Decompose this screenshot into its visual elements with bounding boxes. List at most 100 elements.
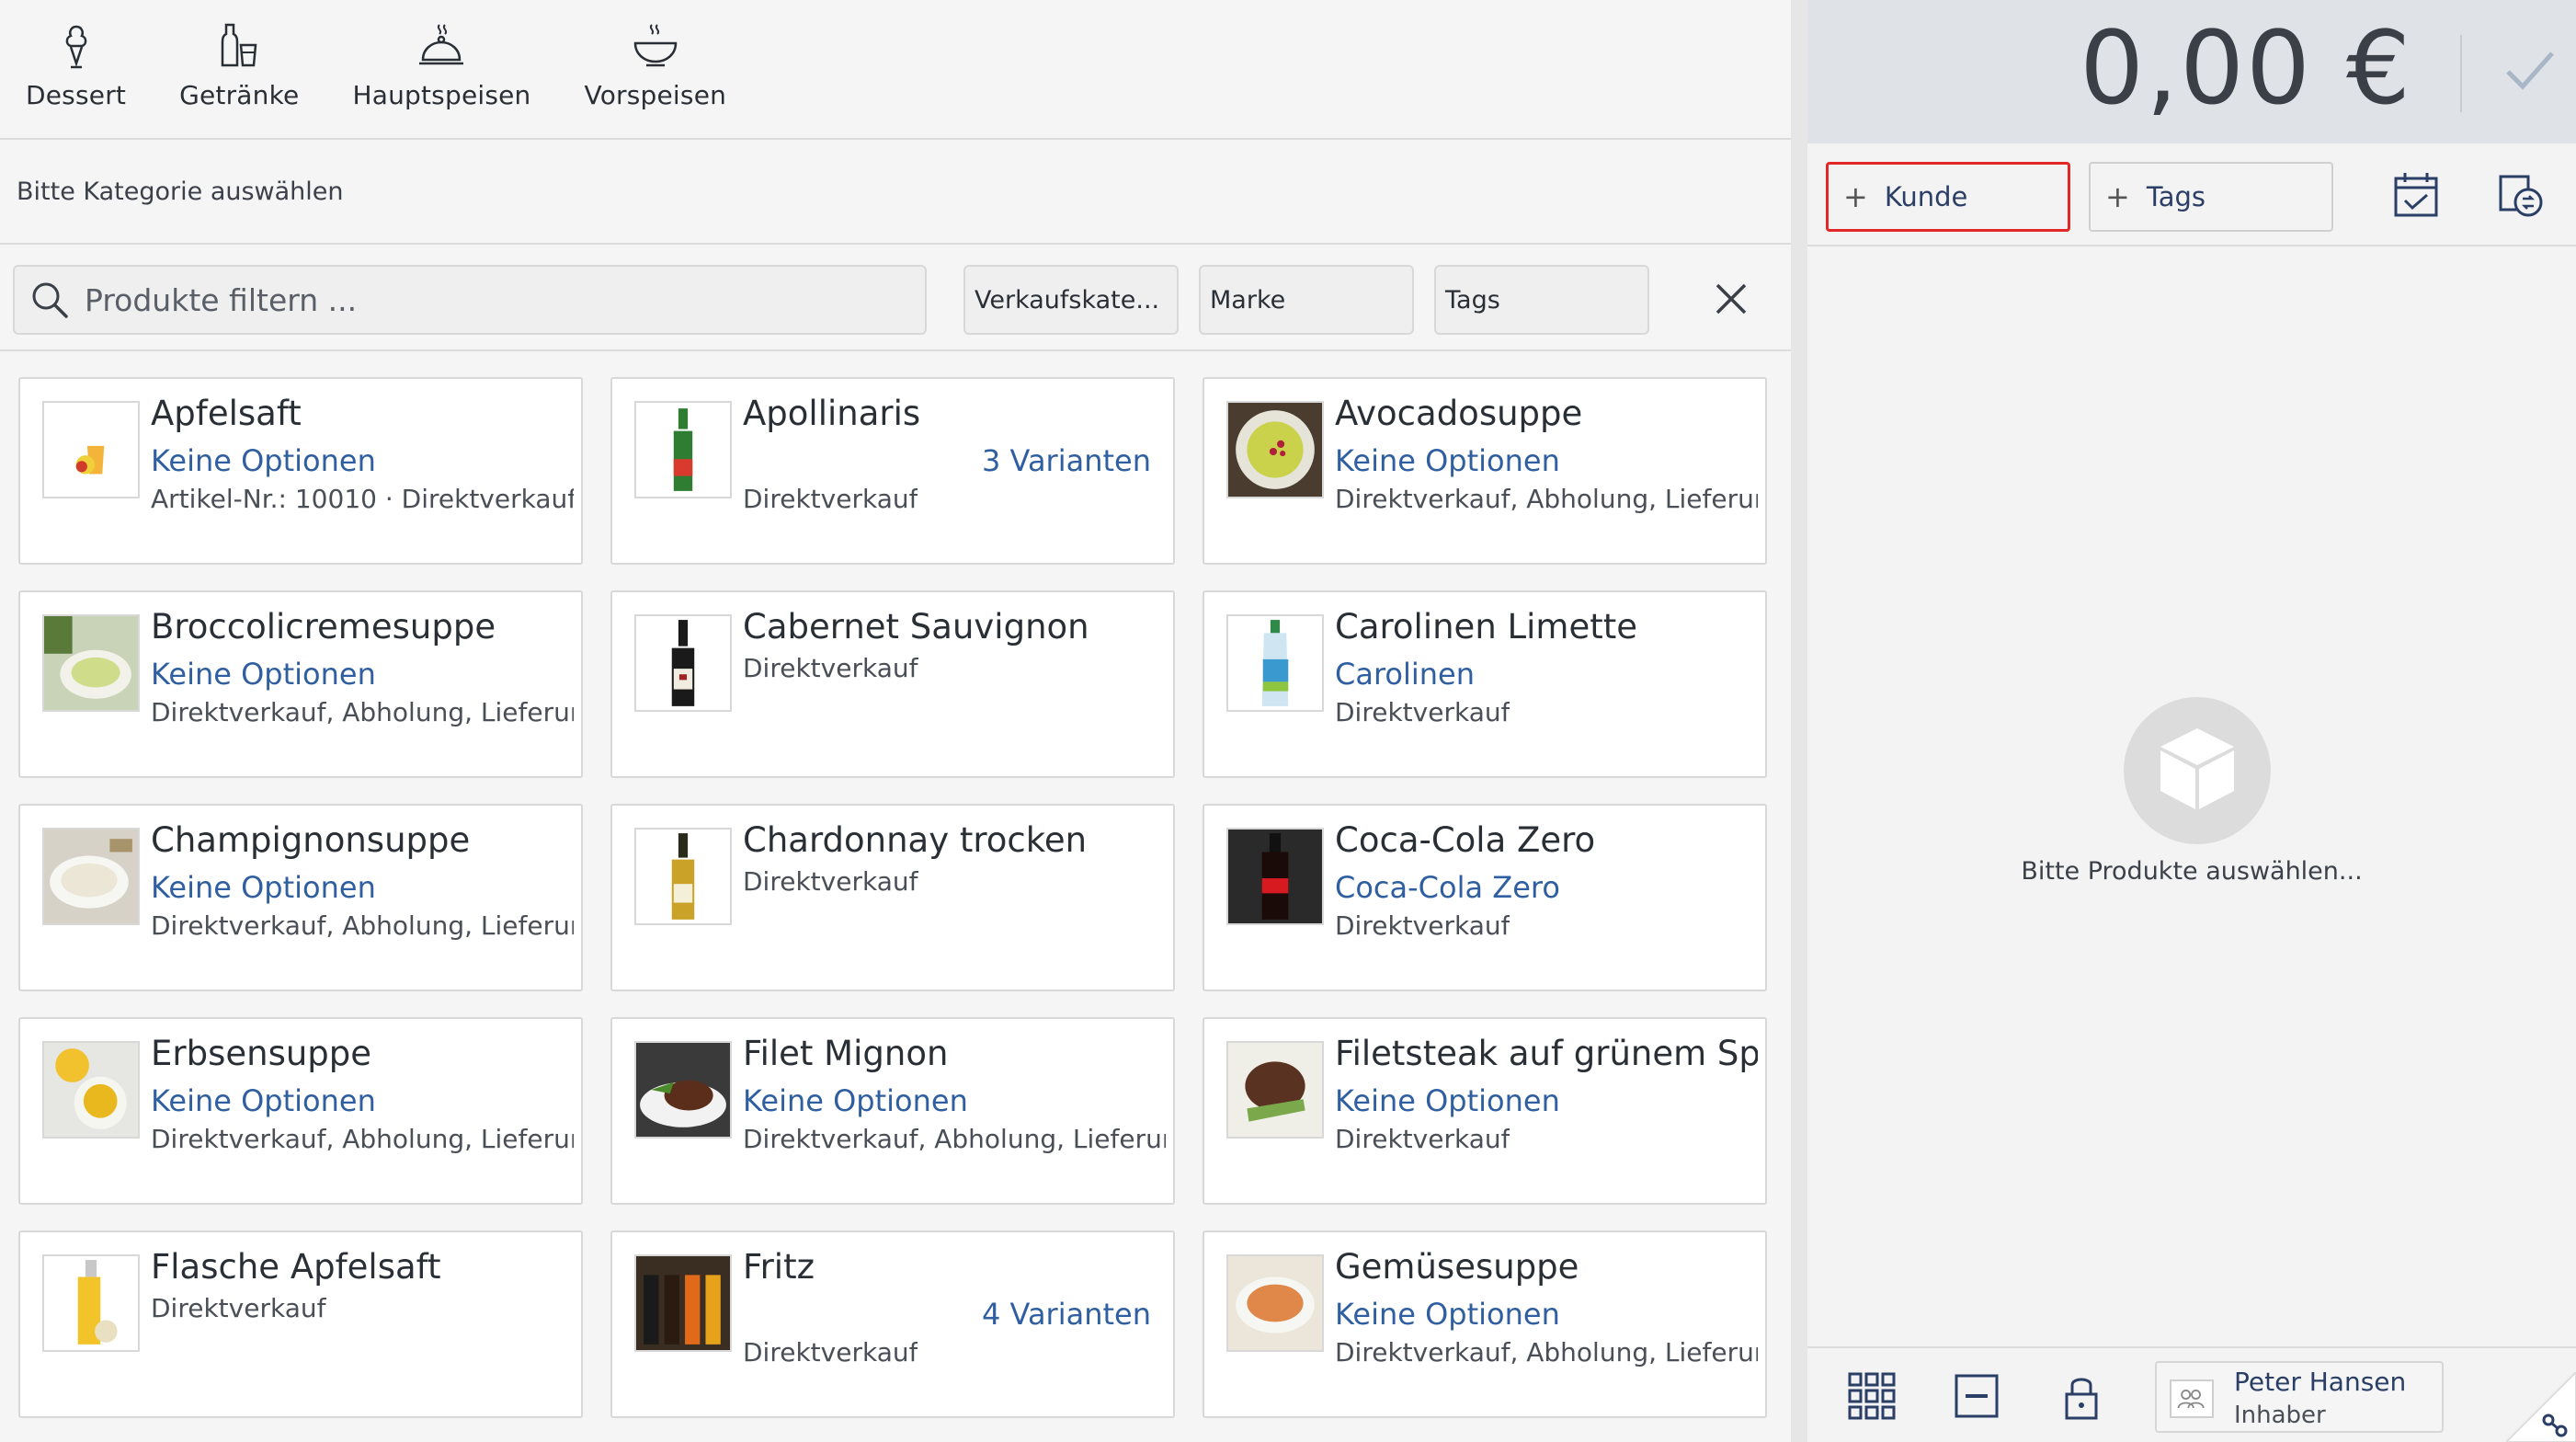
- product-image-apollinaris: [634, 401, 732, 498]
- product-card[interactable]: Erbsensuppe Keine Optionen Direktverkauf…: [18, 1017, 583, 1205]
- soup-bowl-icon: [633, 24, 678, 67]
- filter-bar: Verkaufskate... Marke Tags: [0, 245, 1791, 351]
- empty-cart-text: Bitte Produkte auswählen...: [2021, 857, 2363, 886]
- product-info: Direktverkauf, Abholung, Lieferung: [151, 910, 574, 941]
- product-name: Filetsteak auf grünem Sp...: [1335, 1034, 1758, 1073]
- product-info: Direktverkauf, Abholung, Lieferung: [1335, 484, 1758, 514]
- search-box[interactable]: [13, 265, 927, 335]
- product-options: Keine Optionen: [151, 1083, 376, 1118]
- product-card[interactable]: Flasche Apfelsaft Direktverkauf: [18, 1230, 583, 1418]
- product-card[interactable]: Cabernet Sauvignon Direktverkauf: [610, 590, 1175, 778]
- product-info: Direktverkauf: [743, 484, 918, 514]
- checkmark-icon[interactable]: [2501, 40, 2559, 99]
- product-card[interactable]: Filetsteak auf grünem Sp... Keine Option…: [1203, 1017, 1767, 1205]
- product-options: Keine Optionen: [1335, 1297, 1560, 1332]
- category-getraenke[interactable]: Getränke: [179, 19, 299, 138]
- category-hauptspeisen[interactable]: Hauptspeisen: [352, 19, 530, 138]
- product-info: Direktverkauf, Abholung, Lieferung: [151, 697, 574, 727]
- product-info: Direktverkauf: [743, 1337, 918, 1368]
- lock-icon[interactable]: [2054, 1368, 2109, 1424]
- cart-panel: 0,00 € + Kunde + Tags Bitte Produkte aus…: [1807, 0, 2576, 1442]
- bottom-toolbar: Peter Hansen Inhaber: [1807, 1346, 2576, 1442]
- product-name: Apollinaris: [743, 394, 921, 433]
- product-card[interactable]: Apfelsaft Keine Optionen Artikel-Nr.: 10…: [18, 377, 583, 565]
- user-name: Peter Hansen: [2234, 1367, 2407, 1397]
- product-card[interactable]: Broccolicremesuppe Keine Optionen Direkt…: [18, 590, 583, 778]
- product-name: Champignonsuppe: [151, 820, 471, 860]
- product-grid: Apfelsaft Keine Optionen Artikel-Nr.: 10…: [0, 351, 1791, 1442]
- product-image-cola-bottle: [1226, 828, 1324, 925]
- product-name: Coca-Cola Zero: [1335, 820, 1596, 860]
- product-variants: 3 Varianten: [982, 443, 1151, 478]
- cloche-icon: [419, 24, 464, 65]
- product-name: Broccolicremesuppe: [151, 607, 496, 647]
- product-info: Direktverkauf: [743, 653, 918, 683]
- product-card[interactable]: Chardonnay trocken Direktverkauf: [610, 804, 1175, 991]
- tags-filter[interactable]: Tags: [1434, 265, 1649, 335]
- product-card[interactable]: Coca-Cola Zero Coca-Cola Zero Direktverk…: [1203, 804, 1767, 991]
- users-icon: [2170, 1379, 2214, 1418]
- product-name: Filet Mignon: [743, 1034, 949, 1073]
- product-options: Keine Optionen: [743, 1083, 968, 1118]
- product-card[interactable]: Apollinaris 3 Varianten Direktverkauf: [610, 377, 1175, 565]
- tags-label: Tags: [2146, 181, 2206, 212]
- product-image-vegetable-soup: [1226, 1254, 1324, 1352]
- user-switch-button[interactable]: Peter Hansen Inhaber: [2155, 1361, 2444, 1433]
- product-image-red-wine: [634, 614, 732, 712]
- product-card[interactable]: Avocadosuppe Keine Optionen Direktverkau…: [1203, 377, 1767, 565]
- product-image-filet-steak: [1226, 1041, 1324, 1139]
- category-label: Getränke: [179, 80, 300, 110]
- sales-category-filter[interactable]: Verkaufskate...: [963, 265, 1179, 335]
- add-tags-button[interactable]: + Tags: [2089, 162, 2333, 232]
- category-dessert[interactable]: Dessert: [26, 19, 126, 138]
- transfer-order-icon[interactable]: [2495, 169, 2547, 221]
- category-hint: Bitte Kategorie auswählen: [0, 140, 1791, 245]
- product-info: Direktverkauf, Abholung, Lieferung: [151, 1124, 574, 1154]
- customer-bar: + Kunde + Tags: [1807, 143, 2576, 246]
- product-info: Direktverkauf: [151, 1293, 326, 1323]
- product-card[interactable]: Fritz 4 Varianten Direktverkauf: [610, 1230, 1175, 1418]
- category-label: Dessert: [26, 80, 127, 110]
- product-name: Gemüsesuppe: [1335, 1247, 1579, 1287]
- product-image-filet-mignon: [634, 1041, 732, 1139]
- product-name: Avocadosuppe: [1335, 394, 1583, 433]
- add-customer-button[interactable]: + Kunde: [1826, 162, 2070, 232]
- product-card[interactable]: Gemüsesuppe Keine Optionen Direktverkauf…: [1203, 1230, 1767, 1418]
- plus-icon: +: [1843, 179, 1868, 214]
- user-role: Inhaber: [2234, 1402, 2326, 1429]
- product-options: Keine Optionen: [151, 870, 376, 905]
- product-image-mushroom-soup: [42, 828, 140, 925]
- product-card[interactable]: Filet Mignon Keine Optionen Direktverkau…: [610, 1017, 1175, 1205]
- category-label: Hauptspeisen: [352, 80, 531, 110]
- product-info: Direktverkauf: [1335, 1124, 1510, 1154]
- product-image-fritz-bottles: [634, 1254, 732, 1352]
- product-image-water-bottle: [1226, 614, 1324, 712]
- product-image-apple-juice-bottle: [42, 1254, 140, 1352]
- calendar-check-icon[interactable]: [2390, 169, 2442, 221]
- category-vorspeisen[interactable]: Vorspeisen: [585, 19, 727, 138]
- box-icon: [2124, 697, 2271, 844]
- product-image-broccoli-soup: [42, 614, 140, 712]
- settings-corner-icon[interactable]: [2506, 1372, 2576, 1442]
- product-card[interactable]: Champignonsuppe Keine Optionen Direktver…: [18, 804, 583, 991]
- product-info: Direktverkauf: [1335, 910, 1510, 941]
- category-label: Vorspeisen: [584, 80, 727, 110]
- product-options: Keine Optionen: [1335, 1083, 1560, 1118]
- product-options: Carolinen: [1335, 657, 1476, 692]
- cart-total: 0,00 €: [2080, 9, 2412, 127]
- empty-cart: Bitte Produkte auswählen...: [1807, 246, 2576, 1350]
- product-image-avocado-soup: [1226, 401, 1324, 498]
- panel-divider: [1791, 0, 1807, 1442]
- product-info: Artikel-Nr.: 10010 · Direktverkauf,...: [151, 484, 574, 514]
- divider: [2460, 35, 2462, 112]
- customer-label: Kunde: [1884, 181, 1968, 212]
- category-bar: Dessert Getränke Hauptspeisen Vorspeisen: [0, 0, 1791, 140]
- product-info: Direktverkauf: [1335, 697, 1510, 727]
- brand-filter[interactable]: Marke: [1199, 265, 1414, 335]
- minus-box-icon[interactable]: [1949, 1368, 2004, 1424]
- product-panel: Dessert Getränke Hauptspeisen Vorspeisen…: [0, 0, 1791, 1442]
- search-input[interactable]: [85, 281, 820, 318]
- close-icon[interactable]: [1708, 276, 1754, 322]
- grid-icon[interactable]: [1844, 1368, 1899, 1424]
- product-card[interactable]: Carolinen Limette Carolinen Direktverkau…: [1203, 590, 1767, 778]
